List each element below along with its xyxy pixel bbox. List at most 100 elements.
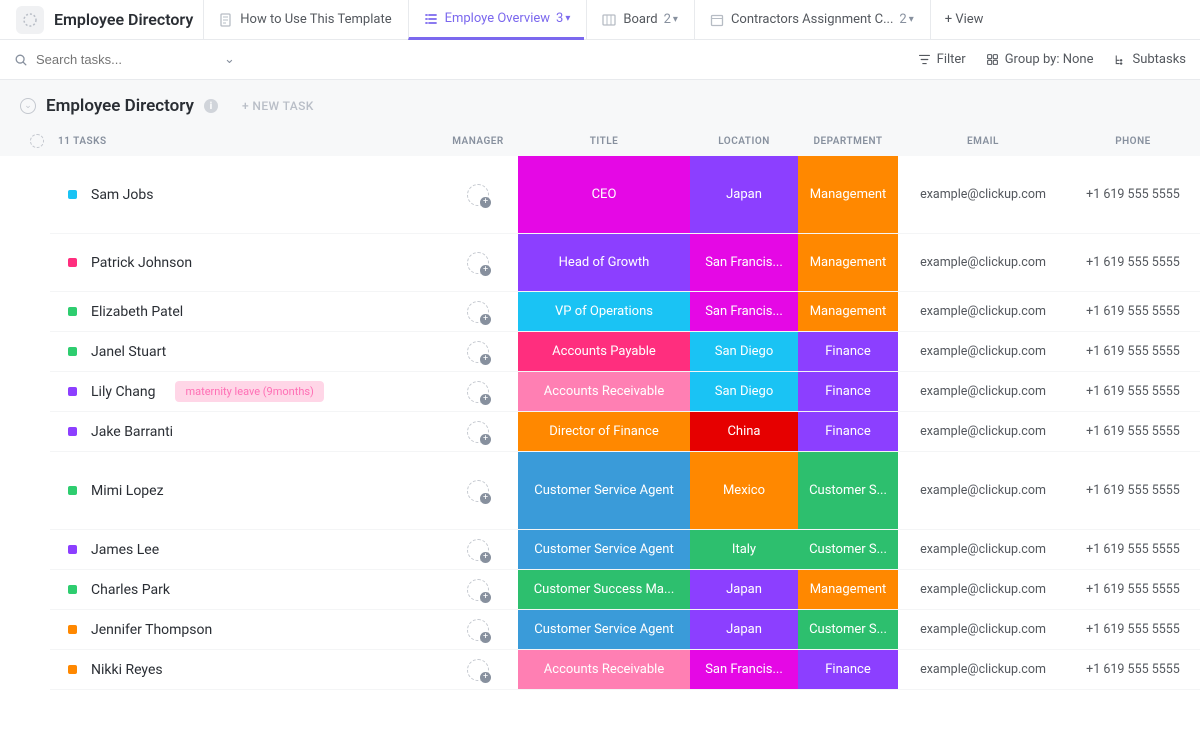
title-cell[interactable]: CEO bbox=[518, 156, 690, 233]
location-cell[interactable]: Mexico bbox=[690, 452, 798, 529]
manager-cell[interactable] bbox=[438, 570, 518, 609]
department-cell[interactable]: Customer S... bbox=[798, 610, 898, 649]
table-row[interactable]: Sam JobsCEOJapanManagementexample@clicku… bbox=[50, 156, 1200, 234]
task-name[interactable]: Patrick Johnson bbox=[91, 255, 192, 271]
status-square[interactable] bbox=[68, 387, 77, 396]
search-chevron-icon[interactable]: ⌄ bbox=[224, 52, 235, 67]
task-name[interactable]: James Lee bbox=[91, 542, 159, 558]
title-cell[interactable]: Head of Growth bbox=[518, 234, 690, 291]
department-cell[interactable]: Management bbox=[798, 234, 898, 291]
location-cell[interactable]: China bbox=[690, 412, 798, 451]
table-row[interactable]: Janel Stuart Accounts PayableSan DiegoFin… bbox=[50, 332, 1200, 372]
email-cell[interactable]: example@clickup.com bbox=[898, 372, 1068, 411]
location-cell[interactable]: San Diego bbox=[690, 332, 798, 371]
table-row[interactable]: Elizabeth PatelVP of OperationsSan Franc… bbox=[50, 292, 1200, 332]
email-cell[interactable]: example@clickup.com bbox=[898, 234, 1068, 291]
email-cell[interactable]: example@clickup.com bbox=[898, 156, 1068, 233]
phone-cell[interactable]: +1 619 555 5555 bbox=[1068, 412, 1198, 451]
table-row[interactable]: Jennifer ThompsonCustomer Service AgentJ… bbox=[50, 610, 1200, 650]
task-name[interactable]: Jake Barranti bbox=[91, 424, 173, 440]
tab-count[interactable]: 3▾ bbox=[556, 11, 570, 26]
phone-cell[interactable]: +1 619 555 5555 bbox=[1068, 610, 1198, 649]
assign-avatar-icon[interactable] bbox=[467, 659, 489, 681]
assign-avatar-icon[interactable] bbox=[467, 381, 489, 403]
phone-cell[interactable]: +1 619 555 5555 bbox=[1068, 372, 1198, 411]
task-name[interactable]: Nikki Reyes bbox=[91, 662, 163, 678]
location-cell[interactable]: San Diego bbox=[690, 372, 798, 411]
location-cell[interactable]: Japan bbox=[690, 610, 798, 649]
tab-contractors[interactable]: Contractors Assignment C... 2▾ bbox=[694, 0, 928, 40]
status-square[interactable] bbox=[68, 545, 77, 554]
manager-cell[interactable] bbox=[438, 452, 518, 529]
assign-avatar-icon[interactable] bbox=[467, 480, 489, 502]
table-row[interactable]: Nikki ReyesAccounts ReceivableSan Franci… bbox=[50, 650, 1200, 690]
add-view-button[interactable]: + View bbox=[930, 0, 998, 40]
filter-button[interactable]: Filter bbox=[918, 52, 966, 67]
manager-cell[interactable] bbox=[438, 372, 518, 411]
assign-avatar-icon[interactable] bbox=[467, 301, 489, 323]
title-cell[interactable]: Customer Service Agent bbox=[518, 530, 690, 569]
task-name[interactable]: Elizabeth Patel bbox=[91, 304, 183, 320]
department-cell[interactable]: Finance bbox=[798, 412, 898, 451]
tag-pill[interactable]: maternity leave (9months) bbox=[175, 381, 323, 402]
location-cell[interactable]: Japan bbox=[690, 570, 798, 609]
manager-cell[interactable] bbox=[438, 610, 518, 649]
status-square[interactable] bbox=[68, 307, 77, 316]
table-row[interactable]: Mimi LopezCustomer Service AgentMexicoCu… bbox=[50, 452, 1200, 530]
phone-cell[interactable]: +1 619 555 5555 bbox=[1068, 292, 1198, 331]
email-cell[interactable]: example@clickup.com bbox=[898, 412, 1068, 451]
tab-count[interactable]: 2▾ bbox=[899, 12, 913, 27]
select-all-circle[interactable] bbox=[30, 134, 44, 148]
email-cell[interactable]: example@clickup.com bbox=[898, 610, 1068, 649]
department-cell[interactable]: Management bbox=[798, 156, 898, 233]
col-location[interactable]: LOCATION bbox=[690, 136, 798, 147]
department-cell[interactable]: Customer S... bbox=[798, 452, 898, 529]
table-row[interactable]: Patrick Johnson Head of GrowthSan Francis… bbox=[50, 234, 1200, 292]
department-cell[interactable]: Finance bbox=[798, 332, 898, 371]
title-cell[interactable]: Accounts Receivable bbox=[518, 372, 690, 411]
task-name[interactable]: Jennifer Thompson bbox=[91, 622, 212, 638]
phone-cell[interactable]: +1 619 555 5555 bbox=[1068, 332, 1198, 371]
col-department[interactable]: DEPARTMENT bbox=[798, 136, 898, 147]
phone-cell[interactable]: +1 619 555 5555 bbox=[1068, 530, 1198, 569]
manager-cell[interactable] bbox=[438, 234, 518, 291]
status-square[interactable] bbox=[68, 347, 77, 356]
location-cell[interactable]: Italy bbox=[690, 530, 798, 569]
assign-avatar-icon[interactable] bbox=[467, 421, 489, 443]
search-input[interactable] bbox=[36, 52, 196, 67]
email-cell[interactable]: example@clickup.com bbox=[898, 292, 1068, 331]
tab-employee-overview[interactable]: Employe Overview 3▾ bbox=[408, 0, 585, 40]
title-cell[interactable]: Director of Finance bbox=[518, 412, 690, 451]
location-cell[interactable]: San Francis... bbox=[690, 234, 798, 291]
manager-cell[interactable] bbox=[438, 650, 518, 689]
status-square[interactable] bbox=[68, 427, 77, 436]
task-name[interactable]: Charles Park bbox=[91, 582, 170, 598]
phone-cell[interactable]: +1 619 555 5555 bbox=[1068, 570, 1198, 609]
assign-avatar-icon[interactable] bbox=[467, 341, 489, 363]
status-square[interactable] bbox=[68, 190, 77, 199]
email-cell[interactable]: example@clickup.com bbox=[898, 570, 1068, 609]
info-icon[interactable]: i bbox=[204, 99, 218, 113]
title-cell[interactable]: Accounts Payable bbox=[518, 332, 690, 371]
tab-count[interactable]: 2▾ bbox=[664, 12, 678, 27]
new-task-button[interactable]: + NEW TASK bbox=[242, 99, 314, 113]
email-cell[interactable]: example@clickup.com bbox=[898, 332, 1068, 371]
manager-cell[interactable] bbox=[438, 156, 518, 233]
task-name[interactable]: Janel Stuart bbox=[91, 344, 166, 360]
phone-cell[interactable]: +1 619 555 5555 bbox=[1068, 452, 1198, 529]
location-cell[interactable]: San Francis... bbox=[690, 292, 798, 331]
status-square[interactable] bbox=[68, 585, 77, 594]
department-cell[interactable]: Finance bbox=[798, 650, 898, 689]
title-cell[interactable]: Customer Service Agent bbox=[518, 452, 690, 529]
phone-cell[interactable]: +1 619 555 5555 bbox=[1068, 650, 1198, 689]
department-cell[interactable]: Finance bbox=[798, 372, 898, 411]
email-cell[interactable]: example@clickup.com bbox=[898, 650, 1068, 689]
table-row[interactable]: Charles Park Customer Success Ma...JapanM… bbox=[50, 570, 1200, 610]
department-cell[interactable]: Management bbox=[798, 570, 898, 609]
location-cell[interactable]: San Francis... bbox=[690, 650, 798, 689]
title-cell[interactable]: Customer Success Ma... bbox=[518, 570, 690, 609]
email-cell[interactable]: example@clickup.com bbox=[898, 452, 1068, 529]
col-email[interactable]: EMAIL bbox=[898, 136, 1068, 147]
col-title[interactable]: TITLE bbox=[518, 136, 690, 147]
col-manager[interactable]: MANAGER bbox=[438, 136, 518, 147]
